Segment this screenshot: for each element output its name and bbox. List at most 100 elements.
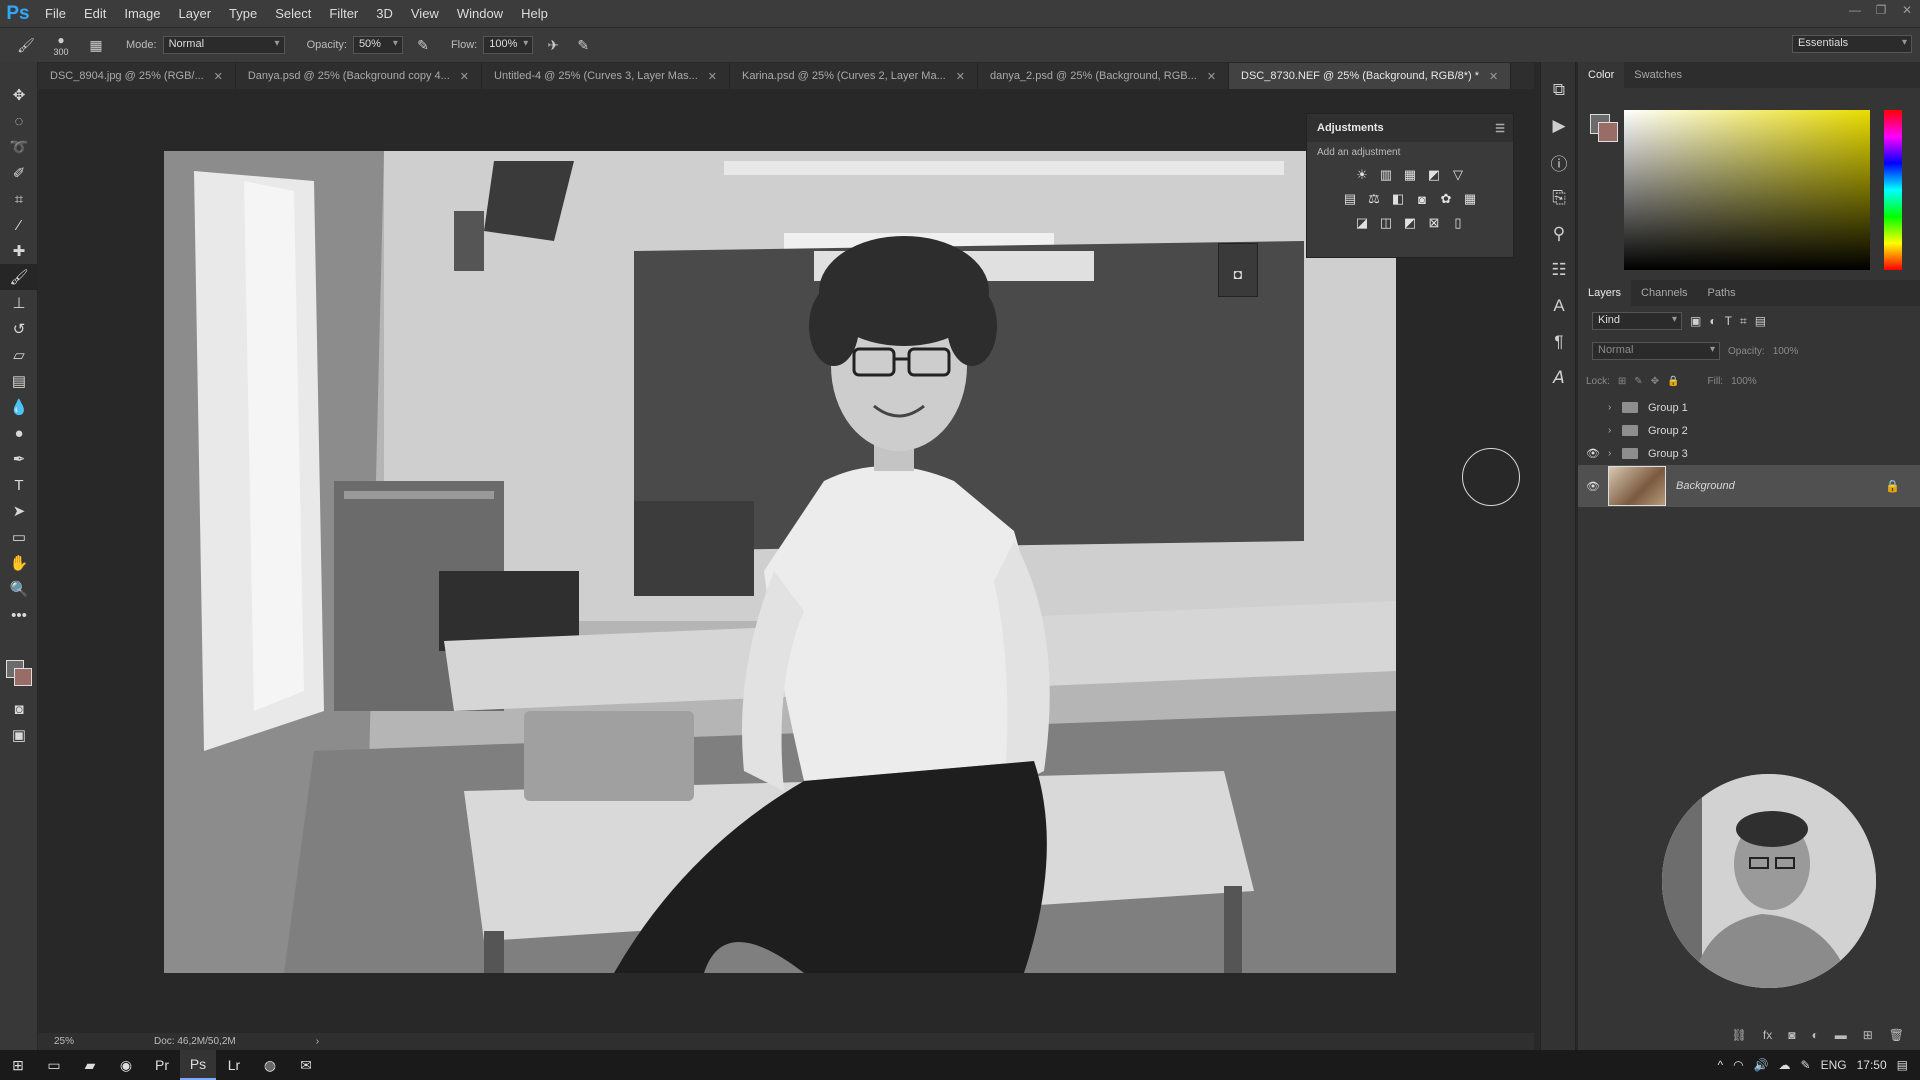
move-tool-icon[interactable]: ✥ bbox=[0, 82, 38, 108]
vibrance-icon[interactable]: ▽ bbox=[1449, 166, 1467, 184]
zoom-level[interactable]: 25% bbox=[54, 1036, 124, 1047]
notifications-icon[interactable]: ▤ bbox=[1897, 1058, 1908, 1072]
gradient-tool-icon[interactable]: ▤ bbox=[0, 368, 38, 394]
posterize-icon[interactable]: ◫ bbox=[1377, 214, 1395, 232]
tab-paths[interactable]: Paths bbox=[1698, 280, 1746, 306]
layer-row[interactable]: › Group 2 bbox=[1578, 419, 1920, 442]
restore-icon[interactable]: ❐ bbox=[1868, 0, 1894, 20]
curves-icon[interactable]: ▦ bbox=[1401, 166, 1419, 184]
shape-filter-icon[interactable]: ⌗ bbox=[1740, 314, 1747, 329]
marquee-tool-icon[interactable]: ◌ bbox=[0, 108, 38, 134]
tab-channels[interactable]: Channels bbox=[1631, 280, 1697, 306]
doc-tab[interactable]: Untitled-4 @ 25% (Curves 3, Layer Mas...… bbox=[482, 63, 730, 89]
photo-filter-icon[interactable]: ◙ bbox=[1413, 190, 1431, 208]
threshold-icon[interactable]: ◩ bbox=[1401, 214, 1419, 232]
blend-mode-select[interactable]: Normal bbox=[1592, 342, 1720, 360]
healing-brush-tool-icon[interactable]: ✚ bbox=[0, 238, 38, 264]
adjustment-filter-icon[interactable]: ◐ bbox=[1709, 314, 1716, 328]
pressure-opacity-icon[interactable]: ✎ bbox=[413, 35, 433, 55]
close-icon[interactable]: ✕ bbox=[214, 70, 223, 83]
close-icon[interactable]: ✕ bbox=[1489, 70, 1498, 83]
tab-layers[interactable]: Layers bbox=[1578, 280, 1632, 306]
collapsed-panel[interactable]: ◘ bbox=[1218, 243, 1258, 297]
actions-icon[interactable]: ▶ bbox=[1541, 108, 1577, 144]
chevron-right-icon[interactable]: › bbox=[316, 1036, 319, 1047]
lasso-tool-icon[interactable]: ➰ bbox=[0, 134, 38, 160]
task-view-icon[interactable]: ▭ bbox=[36, 1050, 72, 1080]
pen-tool-icon[interactable]: ✒ bbox=[0, 446, 38, 472]
paragraph-icon[interactable]: ¶ bbox=[1541, 324, 1577, 360]
eraser-tool-icon[interactable]: ▱ bbox=[0, 342, 38, 368]
photoshop-taskbar-icon[interactable]: Ps bbox=[180, 1050, 216, 1080]
eyedropper-tool-icon[interactable]: ⁄ bbox=[0, 212, 38, 238]
crop-tool-icon[interactable]: ⌗ bbox=[0, 186, 38, 212]
menu-image[interactable]: Image bbox=[115, 0, 169, 27]
zoom-tool-icon[interactable]: 🔍 bbox=[0, 576, 38, 602]
chevron-right-icon[interactable]: › bbox=[1608, 402, 1622, 413]
brightness-contrast-icon[interactable]: ☀ bbox=[1353, 166, 1371, 184]
path-selection-tool-icon[interactable]: ➤ bbox=[0, 498, 38, 524]
hue-saturation-icon[interactable]: ▤ bbox=[1341, 190, 1359, 208]
chevron-right-icon[interactable]: › bbox=[1608, 448, 1622, 459]
layer-fill-value[interactable]: 100% bbox=[1731, 376, 1757, 387]
color-balance-icon[interactable]: ⚖ bbox=[1365, 190, 1383, 208]
windows-start-icon[interactable]: ⊞ bbox=[0, 1050, 36, 1080]
hue-slider[interactable] bbox=[1884, 110, 1902, 270]
doc-tab[interactable]: danya_2.psd @ 25% (Background, RGB... ✕ bbox=[978, 63, 1230, 89]
minimize-icon[interactable]: — bbox=[1842, 0, 1868, 20]
channel-mixer-icon[interactable]: ✿ bbox=[1437, 190, 1455, 208]
tab-swatches[interactable]: Swatches bbox=[1624, 62, 1692, 88]
menu-view[interactable]: View bbox=[402, 0, 448, 27]
app-icon[interactable]: ◉ bbox=[108, 1050, 144, 1080]
lock-brush-icon[interactable]: ✎ bbox=[1634, 376, 1642, 387]
screen-mode-icon[interactable]: ▣ bbox=[0, 722, 38, 748]
airbrush-icon[interactable]: ✈ bbox=[543, 35, 563, 55]
doc-tab[interactable]: Karina.psd @ 25% (Curves 2, Layer Ma... ✕ bbox=[730, 63, 978, 89]
invert-icon[interactable]: ◪ bbox=[1353, 214, 1371, 232]
pressure-size-icon[interactable]: ✎ bbox=[573, 35, 593, 55]
close-icon[interactable]: ✕ bbox=[708, 70, 717, 83]
menu-window[interactable]: Window bbox=[448, 0, 512, 27]
history-brush-tool-icon[interactable]: ↺ bbox=[0, 316, 38, 342]
workspace-select[interactable]: Essentials bbox=[1792, 35, 1912, 53]
layer-opacity-value[interactable]: 100% bbox=[1773, 346, 1799, 357]
eye-icon[interactable]: 👁 bbox=[1578, 447, 1608, 460]
brush-preset-picker[interactable]: ● 300 bbox=[46, 33, 76, 57]
info-icon[interactable]: ⓘ bbox=[1541, 144, 1577, 180]
document-canvas-photo[interactable] bbox=[164, 151, 1396, 973]
pixel-filter-icon[interactable]: ▣ bbox=[1690, 314, 1701, 328]
lightroom-icon[interactable]: Lr bbox=[216, 1050, 252, 1080]
menu-select[interactable]: Select bbox=[266, 0, 320, 27]
brush-tool-icon[interactable]: 🖌 bbox=[16, 35, 36, 55]
dodge-tool-icon[interactable]: ● bbox=[0, 420, 38, 446]
color-picker-field[interactable] bbox=[1624, 110, 1870, 270]
mode-select[interactable]: Normal bbox=[162, 36, 285, 54]
menu-help[interactable]: Help bbox=[512, 0, 557, 27]
layer-row[interactable]: › Group 1 bbox=[1578, 396, 1920, 419]
premiere-icon[interactable]: Pr bbox=[144, 1050, 180, 1080]
black-white-icon[interactable]: ◧ bbox=[1389, 190, 1407, 208]
exposure-icon[interactable]: ◩ bbox=[1425, 166, 1443, 184]
menu-edit[interactable]: Edit bbox=[75, 0, 115, 27]
type-filter-icon[interactable]: T bbox=[1725, 314, 1732, 328]
glyphs-icon[interactable]: 𝘈 bbox=[1541, 360, 1577, 396]
new-layer-icon[interactable]: ⊞ bbox=[1863, 1028, 1873, 1042]
chevron-up-icon[interactable]: ^ bbox=[1717, 1058, 1723, 1072]
menu-3d[interactable]: 3D bbox=[367, 0, 402, 27]
mail-icon[interactable]: ✉ bbox=[288, 1050, 324, 1080]
link-layers-icon[interactable]: ⛓ bbox=[1732, 1028, 1747, 1042]
brush-panel-toggle-icon[interactable]: ▦ bbox=[86, 35, 106, 55]
clock[interactable]: 17:50 bbox=[1857, 1058, 1887, 1072]
pen-icon[interactable]: ✎ bbox=[1801, 1058, 1811, 1072]
type-tool-icon[interactable]: T bbox=[0, 472, 38, 498]
chrome-icon[interactable]: ◍ bbox=[252, 1050, 288, 1080]
levels-icon[interactable]: ▥ bbox=[1377, 166, 1395, 184]
history-icon[interactable]: ⧉ bbox=[1541, 72, 1577, 108]
delete-layer-icon[interactable]: 🗑 bbox=[1889, 1028, 1904, 1042]
rectangle-tool-icon[interactable]: ▭ bbox=[0, 524, 38, 550]
menu-filter[interactable]: Filter bbox=[320, 0, 367, 27]
properties-icon[interactable]: ◘ bbox=[1219, 266, 1257, 282]
cloud-icon[interactable]: ☁ bbox=[1779, 1058, 1791, 1072]
close-icon[interactable]: ✕ bbox=[460, 70, 469, 83]
clone-source-icon[interactable]: ⎘ bbox=[1541, 180, 1577, 216]
